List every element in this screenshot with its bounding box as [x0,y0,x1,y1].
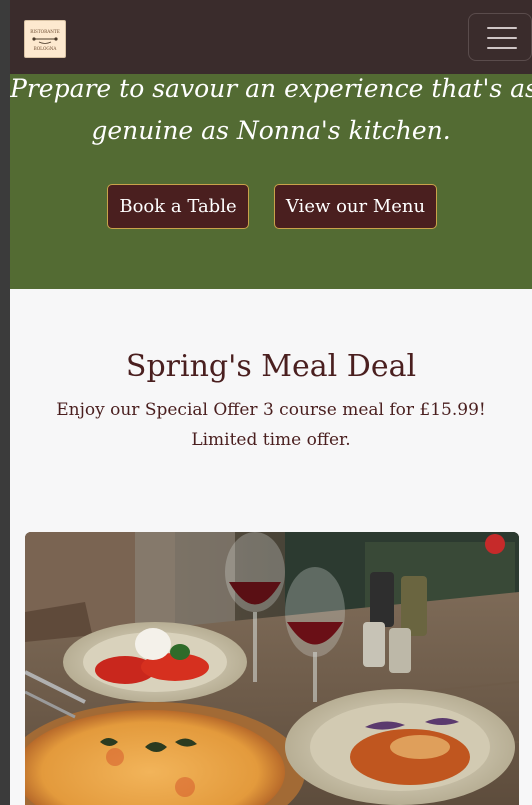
page: Prepare to savour an experience that's a… [0,0,532,805]
offer-description: Enjoy our Special Offer 3 course meal fo… [10,395,532,455]
window-edge [0,0,10,805]
hero-tagline-line2: genuine as Nonna's kitchen. [91,116,451,145]
offer-title: Spring's Meal Deal [125,349,417,384]
offer-description-line2: Limited time offer. [191,430,351,450]
food-image [25,532,519,805]
hamburger-icon-bar [487,47,517,49]
hero-tagline-line1: Prepare to savour an experience that's a… [10,74,532,103]
navbar: RISTORANTE BOLOGNA [10,0,532,74]
hero-tagline: Prepare to savour an experience that's a… [10,68,532,152]
logo-text-top: RISTORANTE [30,29,60,34]
book-table-button[interactable]: Book a Table [107,184,249,229]
hamburger-icon-bar [487,37,517,39]
restaurant-logo[interactable]: RISTORANTE BOLOGNA [24,20,66,58]
logo-icon: RISTORANTE BOLOGNA [30,29,60,51]
hamburger-icon [487,27,517,29]
hero-section: Prepare to savour an experience that's a… [10,60,532,289]
menu-toggle-button[interactable] [468,13,532,61]
logo-text-bottom: BOLOGNA [34,46,58,51]
view-menu-button[interactable]: View our Menu [274,184,437,229]
offer-description-line1: Enjoy our Special Offer 3 course meal fo… [56,400,486,420]
food-photo [25,532,519,805]
